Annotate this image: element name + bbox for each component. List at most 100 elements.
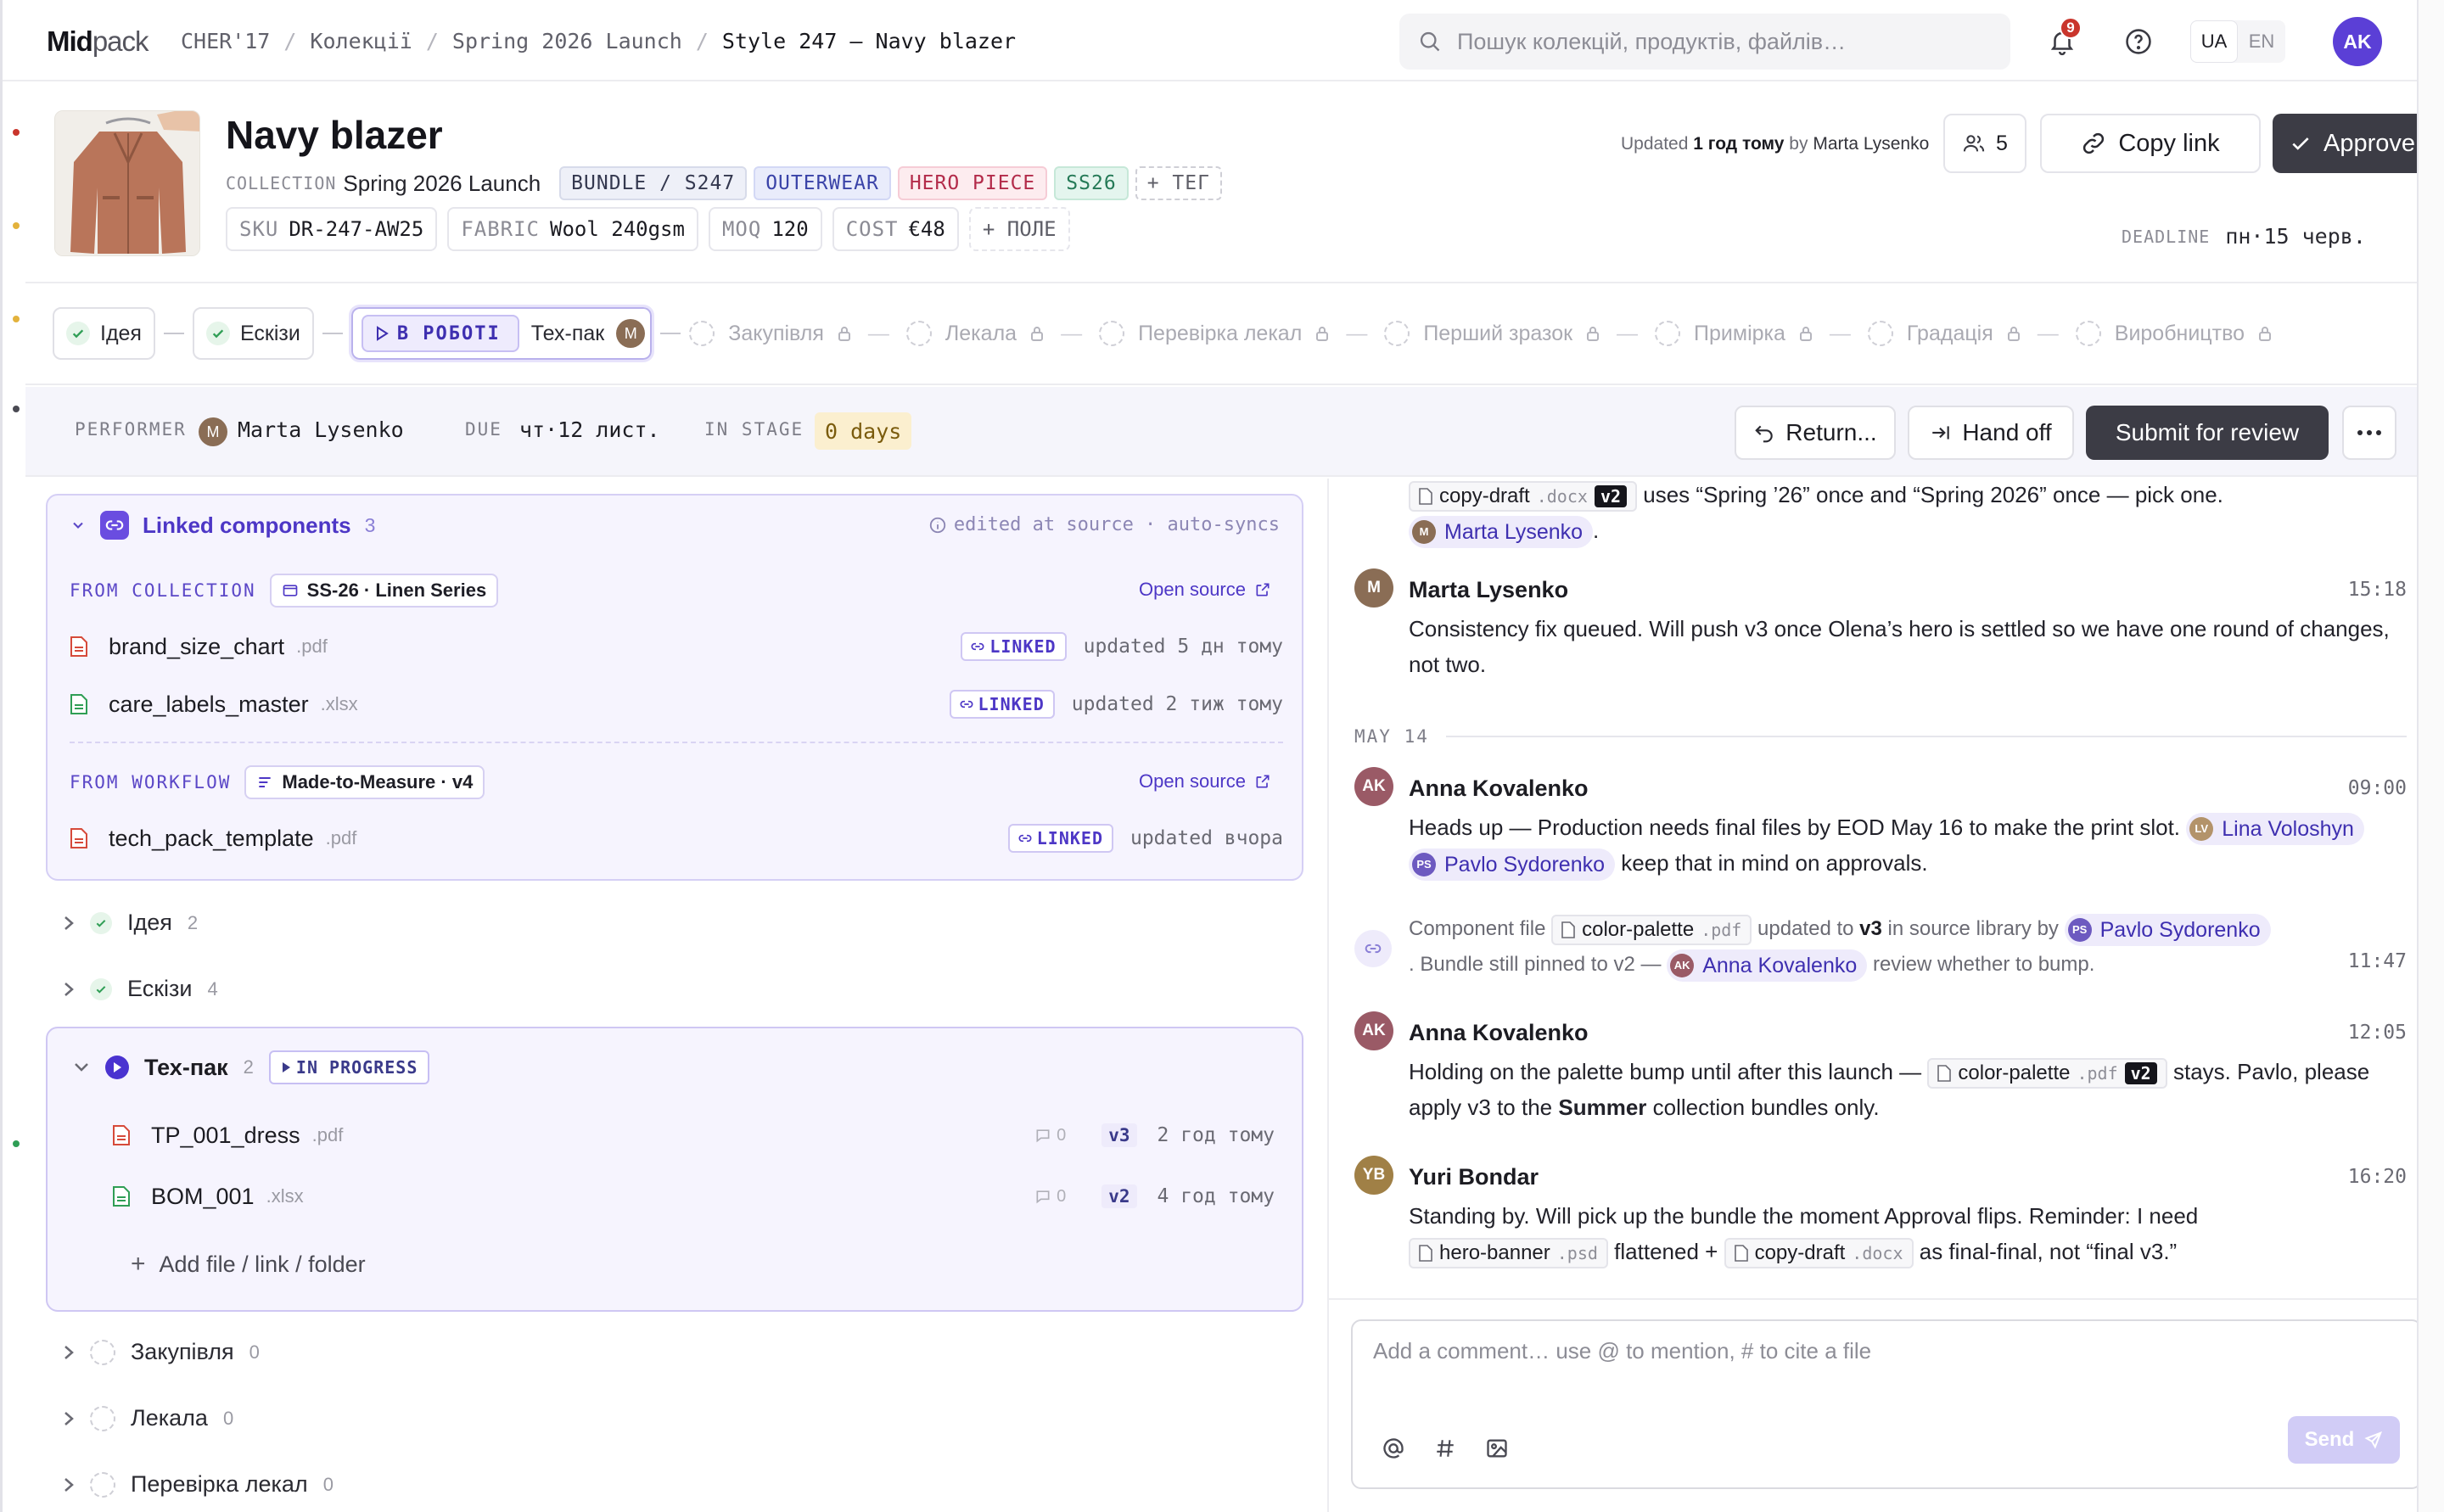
file-chip[interactable]: copy-draft .docx <box>1724 1238 1914 1269</box>
tag-chip[interactable]: OUTERWEAR <box>754 166 891 200</box>
stage-group-sketch[interactable]: Ескізи 4 <box>63 976 218 1002</box>
stage-active-techpack[interactable]: В РОБОТІ Тех-пак M <box>348 305 655 362</box>
author-name[interactable]: Anna Kovalenko <box>1409 776 1589 802</box>
mention-chip[interactable]: LV Lina Voloshyn <box>2186 813 2364 846</box>
file-chip[interactable]: hero-banner .psd <box>1409 1238 1608 1269</box>
source-name: Made-to-Measure · v4 <box>282 771 474 792</box>
author-avatar[interactable]: AK <box>1354 767 1393 806</box>
version-badge[interactable]: v3 <box>1101 1123 1137 1147</box>
hand-off-button[interactable]: Hand off <box>1908 406 2074 460</box>
tag-chip[interactable]: HERO PIECE <box>897 166 1048 200</box>
field-sku[interactable]: SKU DR-247-AW25 <box>226 207 438 251</box>
copy-link-button[interactable]: Copy link <box>2040 114 2261 173</box>
comment-count[interactable]: 0 <box>1034 1126 1066 1145</box>
group-name: Закупівля <box>131 1339 234 1364</box>
add-file-button[interactable]: + Add file / link / folder <box>131 1247 640 1281</box>
search-bar[interactable]: Пошук колекцій, продуктів, файлів… <box>1399 14 2010 70</box>
tag-chip[interactable]: SS26 <box>1054 166 1129 200</box>
updated-by[interactable]: Marta Lysenko <box>1813 134 1929 154</box>
stage-done-sketch[interactable]: Ескізи <box>192 307 314 360</box>
author-avatar[interactable]: M <box>1354 568 1393 608</box>
due-value[interactable]: чт·12 лист. <box>519 417 660 442</box>
comment-composer[interactable]: Add a comment… use @ to mention, # to ci… <box>1351 1319 2417 1489</box>
lang-en[interactable]: EN <box>2238 20 2285 63</box>
file-row[interactable]: TP_001_dress .pdf 0 v3 2 год тому <box>112 1118 1275 1152</box>
stage-group-patterns[interactable]: Лекала 0 <box>63 1405 233 1431</box>
return-button[interactable]: Return... <box>1735 406 1896 460</box>
field-fabric[interactable]: FABRIC Wool 240gsm <box>447 207 698 251</box>
breadcrumb-collections[interactable]: Колекції <box>301 29 420 53</box>
file-chip[interactable]: color-palette .pdf <box>1551 914 1752 945</box>
field-moq[interactable]: MOQ 120 <box>708 207 822 251</box>
mention-chip[interactable]: PS Pavlo Sydorenko <box>2064 913 2271 946</box>
version-badge[interactable]: v2 <box>1101 1184 1137 1208</box>
send-button[interactable]: Send <box>2288 1416 2400 1464</box>
techpack-header[interactable]: Тех-пак 2 IN PROGRESS <box>73 1050 430 1084</box>
add-tag-button[interactable]: + ТЕГ <box>1135 166 1222 200</box>
comment-text: as final-final, not “final v3.” <box>1919 1239 2178 1264</box>
stage-pending[interactable]: Примірка <box>1655 321 1813 346</box>
approve-button[interactable]: Approve <box>2273 114 2417 173</box>
author-name[interactable]: Anna Kovalenko <box>1409 1020 1589 1046</box>
stage-pending[interactable]: Виробництво <box>2075 321 2272 346</box>
breadcrumb-workspace[interactable]: CHER'17 <box>172 29 278 53</box>
people-button[interactable]: 5 <box>1943 114 2026 173</box>
file-updated: 4 год тому <box>1157 1185 1275 1207</box>
event-text: . Bundle still pinned to v2 — <box>1409 953 1662 976</box>
chevron-down-icon[interactable] <box>70 517 87 534</box>
mention-chip[interactable]: M Marta Lysenko <box>1409 516 1594 549</box>
stage-group-idea[interactable]: Ідея 2 <box>63 910 198 936</box>
product-thumbnail[interactable] <box>54 110 200 256</box>
deadline-value[interactable]: пн·15 черв. <box>2225 224 2366 249</box>
breadcrumb-collection[interactable]: Spring 2026 Launch <box>444 29 691 53</box>
stage-pending[interactable]: Перевірка лекал <box>1099 321 1329 346</box>
open-source-link[interactable]: Open source <box>1139 770 1271 792</box>
stage-group-pattern-check[interactable]: Перевірка лекал 0 <box>63 1471 334 1498</box>
stage-pending[interactable]: Перший зразок <box>1384 321 1600 346</box>
open-source-link[interactable]: Open source <box>1139 579 1271 601</box>
user-avatar[interactable]: AK <box>2333 17 2382 66</box>
mention-icon[interactable] <box>1382 1436 1405 1460</box>
file-row[interactable]: BOM_001 .xlsx 0 v2 4 год тому <box>112 1179 1275 1213</box>
help-icon[interactable] <box>2119 22 2158 61</box>
field-cost[interactable]: COST €48 <box>832 207 959 251</box>
system-event-body: Component file color-palette .pdf updated… <box>1409 911 2351 983</box>
comment-count[interactable]: 0 <box>1034 1187 1066 1207</box>
author-name[interactable]: Yuri Bondar <box>1409 1164 1539 1190</box>
collection-name[interactable]: Spring 2026 Launch <box>343 171 541 197</box>
comment-input[interactable]: Add a comment… use @ to mention, # to ci… <box>1373 1338 1871 1364</box>
linked-file-row[interactable]: care_labels_master .xlsx LINKED updated … <box>70 687 1283 721</box>
author-name[interactable]: Marta Lysenko <box>1409 577 1568 603</box>
logo[interactable]: Midpack <box>47 25 149 58</box>
stage-pending[interactable]: Лекала <box>905 321 1044 346</box>
stage-label: Лекала <box>945 321 1017 345</box>
linked-header[interactable]: Linked components 3 <box>70 511 375 540</box>
linked-file-row[interactable]: brand_size_chart .pdf LINKED updated 5 д… <box>70 630 1283 664</box>
tag-chip[interactable]: BUNDLE / S247 <box>559 166 748 200</box>
performer-name[interactable]: Marta Lysenko <box>238 417 404 442</box>
more-icon[interactable] <box>2342 406 2396 460</box>
source-chip[interactable]: Made-to-Measure · v4 <box>244 765 485 799</box>
add-field-button[interactable]: + ПОЛЕ <box>968 207 1070 251</box>
mention-chip[interactable]: AK Anna Kovalenko <box>1667 949 1868 982</box>
stage-group-purchasing[interactable]: Закупівля 0 <box>63 1339 260 1365</box>
linked-file-row[interactable]: tech_pack_template .pdf LINKED updated в… <box>70 821 1283 855</box>
stage-pending[interactable]: Градація <box>1867 321 2021 346</box>
submit-for-review-button[interactable]: Submit for review <box>2086 406 2329 460</box>
mention-chip[interactable]: PS Pavlo Sydorenko <box>1409 848 1616 882</box>
stage-done-idea[interactable]: Ідея <box>53 307 155 360</box>
author-avatar[interactable]: AK <box>1354 1011 1393 1050</box>
lang-ua[interactable]: UA <box>2190 20 2238 63</box>
search-input[interactable]: Пошук колекцій, продуктів, файлів… <box>1457 29 1846 55</box>
stage-pending[interactable]: Закупівля <box>689 321 851 346</box>
file-name: care_labels_master <box>109 691 309 717</box>
image-icon[interactable] <box>1485 1436 1509 1460</box>
file-chip[interactable]: color-palette .pdf v2 <box>1927 1058 2167 1089</box>
file-chip[interactable]: copy-draft .docx v2 <box>1409 481 1638 512</box>
source-chip[interactable]: SS-26 · Linen Series <box>269 574 499 608</box>
performer-avatar: M <box>199 417 227 446</box>
group-name: Перевірка лекал <box>131 1471 308 1497</box>
field-key: SKU <box>239 217 279 241</box>
author-avatar[interactable]: YB <box>1354 1156 1393 1195</box>
hashtag-icon[interactable] <box>1434 1437 1456 1459</box>
